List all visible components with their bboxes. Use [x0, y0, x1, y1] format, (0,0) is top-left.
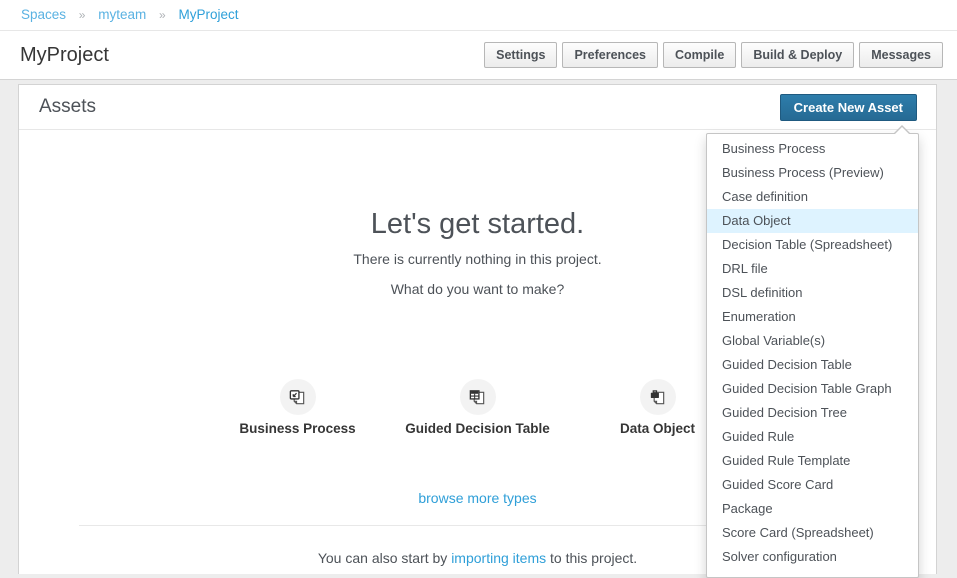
dropdown-item[interactable]: Package [707, 497, 918, 521]
dropdown-item[interactable]: Guided Decision Table [707, 353, 918, 377]
create-new-asset-button[interactable]: Create New Asset [780, 94, 917, 121]
data-object-icon [640, 379, 676, 415]
breadcrumb-myteam[interactable]: myteam [98, 7, 146, 22]
dropdown-item[interactable]: Guided Decision Table Graph [707, 377, 918, 401]
quick-item-label: Guided Decision Table [388, 421, 568, 436]
compile-button[interactable]: Compile [663, 42, 736, 68]
business-process-icon [280, 379, 316, 415]
assets-toolbar: Assets Create New Asset [19, 85, 936, 130]
create-asset-dropdown: Business ProcessBusiness Process (Previe… [706, 133, 919, 578]
messages-button[interactable]: Messages [859, 42, 943, 68]
project-header: MyProject Settings Preferences Compile B… [0, 31, 957, 80]
browse-more-types-link[interactable]: browse more types [418, 490, 536, 506]
dropdown-item[interactable]: Score Card (Spreadsheet) [707, 521, 918, 545]
quick-create-guided-decision-table[interactable]: Guided Decision Table [388, 379, 568, 436]
build-deploy-button[interactable]: Build & Deploy [741, 42, 854, 68]
import-hint-prefix: You can also start by [318, 550, 447, 566]
breadcrumb-spaces[interactable]: Spaces [21, 7, 66, 22]
page-title: MyProject [20, 44, 109, 67]
header-actions: Settings Preferences Compile Build & Dep… [484, 42, 943, 68]
dropdown-list: Business ProcessBusiness Process (Previe… [707, 134, 918, 577]
dropdown-item[interactable]: Guided Rule [707, 425, 918, 449]
dropdown-item[interactable]: DRL file [707, 257, 918, 281]
quick-create-business-process[interactable]: Business Process [208, 379, 388, 436]
settings-button[interactable]: Settings [484, 42, 557, 68]
breadcrumb: Spaces » myteam » MyProject [0, 0, 957, 31]
dropdown-item[interactable]: Global Variable(s) [707, 329, 918, 353]
dropdown-item[interactable]: Decision Table (Spreadsheet) [707, 233, 918, 257]
importing-items-link[interactable]: importing items [451, 550, 546, 566]
dropdown-item[interactable]: Guided Score Card [707, 473, 918, 497]
dropdown-item[interactable]: Guided Rule Template [707, 449, 918, 473]
breadcrumb-myproject[interactable]: MyProject [178, 7, 238, 22]
breadcrumb-separator: » [159, 8, 166, 22]
guided-decision-table-icon [460, 379, 496, 415]
dropdown-item[interactable]: Solver configuration [707, 545, 918, 569]
dropdown-item[interactable]: Business Process [707, 137, 918, 161]
dropdown-item[interactable]: Data Object [707, 209, 918, 233]
dropdown-item[interactable]: Enumeration [707, 305, 918, 329]
dropdown-item[interactable]: Business Process (Preview) [707, 161, 918, 185]
breadcrumb-separator: » [79, 8, 86, 22]
assets-title: Assets [39, 96, 96, 118]
preferences-button[interactable]: Preferences [562, 42, 658, 68]
dropdown-item[interactable]: Case definition [707, 185, 918, 209]
dropdown-item[interactable]: Guided Decision Tree [707, 401, 918, 425]
quick-item-label: Business Process [208, 421, 388, 436]
dropdown-item[interactable]: DSL definition [707, 281, 918, 305]
import-hint-suffix: to this project. [550, 550, 637, 566]
